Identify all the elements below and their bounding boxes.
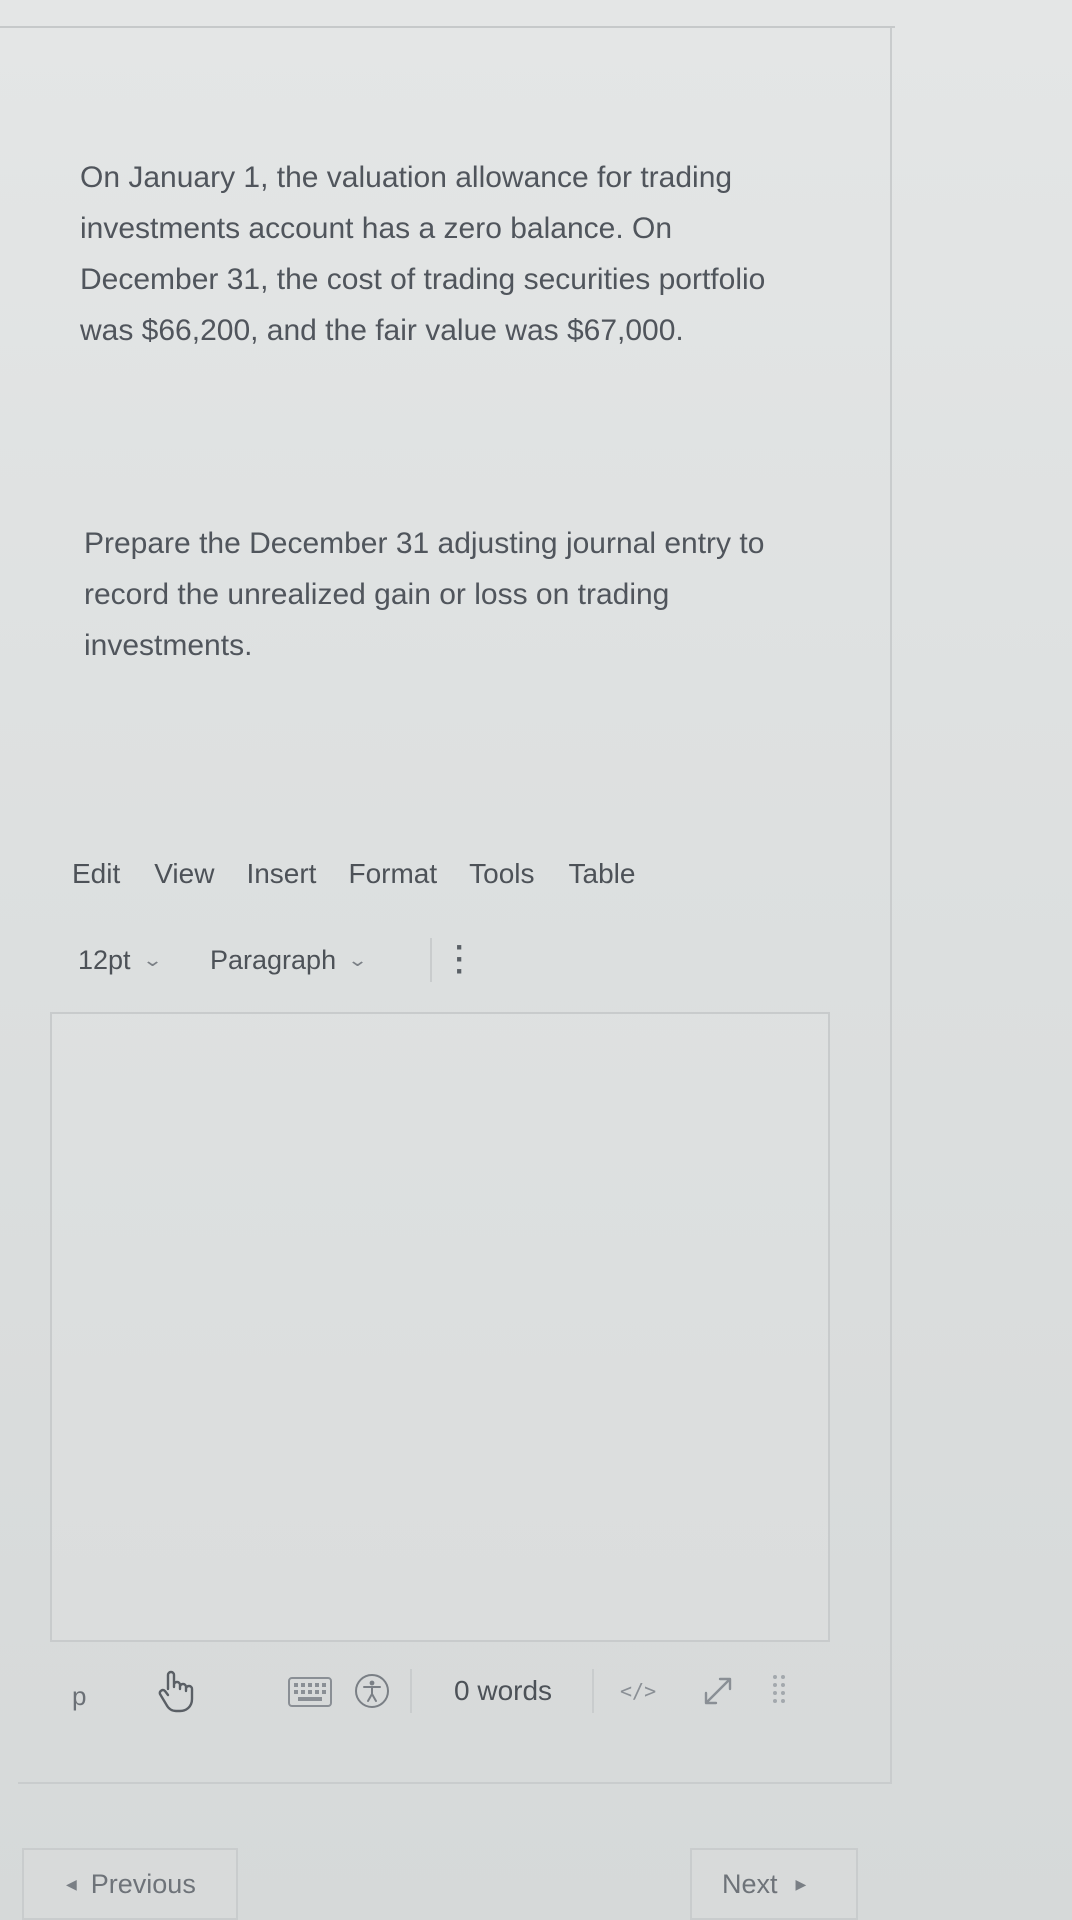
statusbar-divider [592,1669,594,1713]
more-vertical-icon[interactable]: · · · [452,933,468,987]
code-icon[interactable]: </> [620,1679,656,1703]
menu-insert[interactable]: Insert [246,858,316,890]
editor-toolbar: 12pt ⌄ Paragraph ⌄ · · · [78,933,468,987]
previous-label: Previous [90,1868,196,1899]
menu-table[interactable]: Table [569,858,636,890]
chevron-down-icon: ⌄ [347,949,369,970]
arrow-right-icon: ▶ [795,1875,807,1892]
accessibility-icon[interactable] [354,1673,390,1709]
chevron-down-icon: ⌄ [141,949,163,970]
hand-pointer-icon[interactable] [154,1667,200,1715]
statusbar-divider [410,1669,412,1713]
arrow-left-icon: ◀ [66,1875,77,1892]
font-size-select[interactable]: 12pt ⌄ [78,945,210,976]
editor-statusbar: p 0 words </> [60,1665,840,1725]
block-format-value: Paragraph [210,944,337,975]
keyboard-icon[interactable] [288,1677,332,1707]
editor-menubar: Edit View Insert Format Tools Table [72,858,669,890]
next-label: Next [722,1868,778,1899]
font-size-value: 12pt [78,944,131,975]
menu-edit[interactable]: Edit [72,858,120,890]
expand-icon[interactable] [700,1673,736,1709]
block-format-select[interactable]: Paragraph ⌄ [210,945,410,976]
question-paragraph-2: Prepare the December 31 adjusting journa… [84,527,765,662]
rich-text-editor-area[interactable] [50,1012,830,1642]
menu-format[interactable]: Format [348,858,437,890]
resize-handle-icon[interactable] [770,1671,790,1711]
element-path[interactable]: p [72,1681,86,1712]
menu-tools[interactable]: Tools [469,858,534,890]
menu-view[interactable]: View [154,858,214,890]
next-button[interactable]: Next ▶ [690,1848,858,1920]
previous-button[interactable]: ◀ Previous [22,1848,238,1920]
word-count[interactable]: 0 words [454,1675,552,1707]
question-paragraph-1: On January 1, the valuation allowance fo… [80,161,766,347]
toolbar-divider [430,938,432,982]
